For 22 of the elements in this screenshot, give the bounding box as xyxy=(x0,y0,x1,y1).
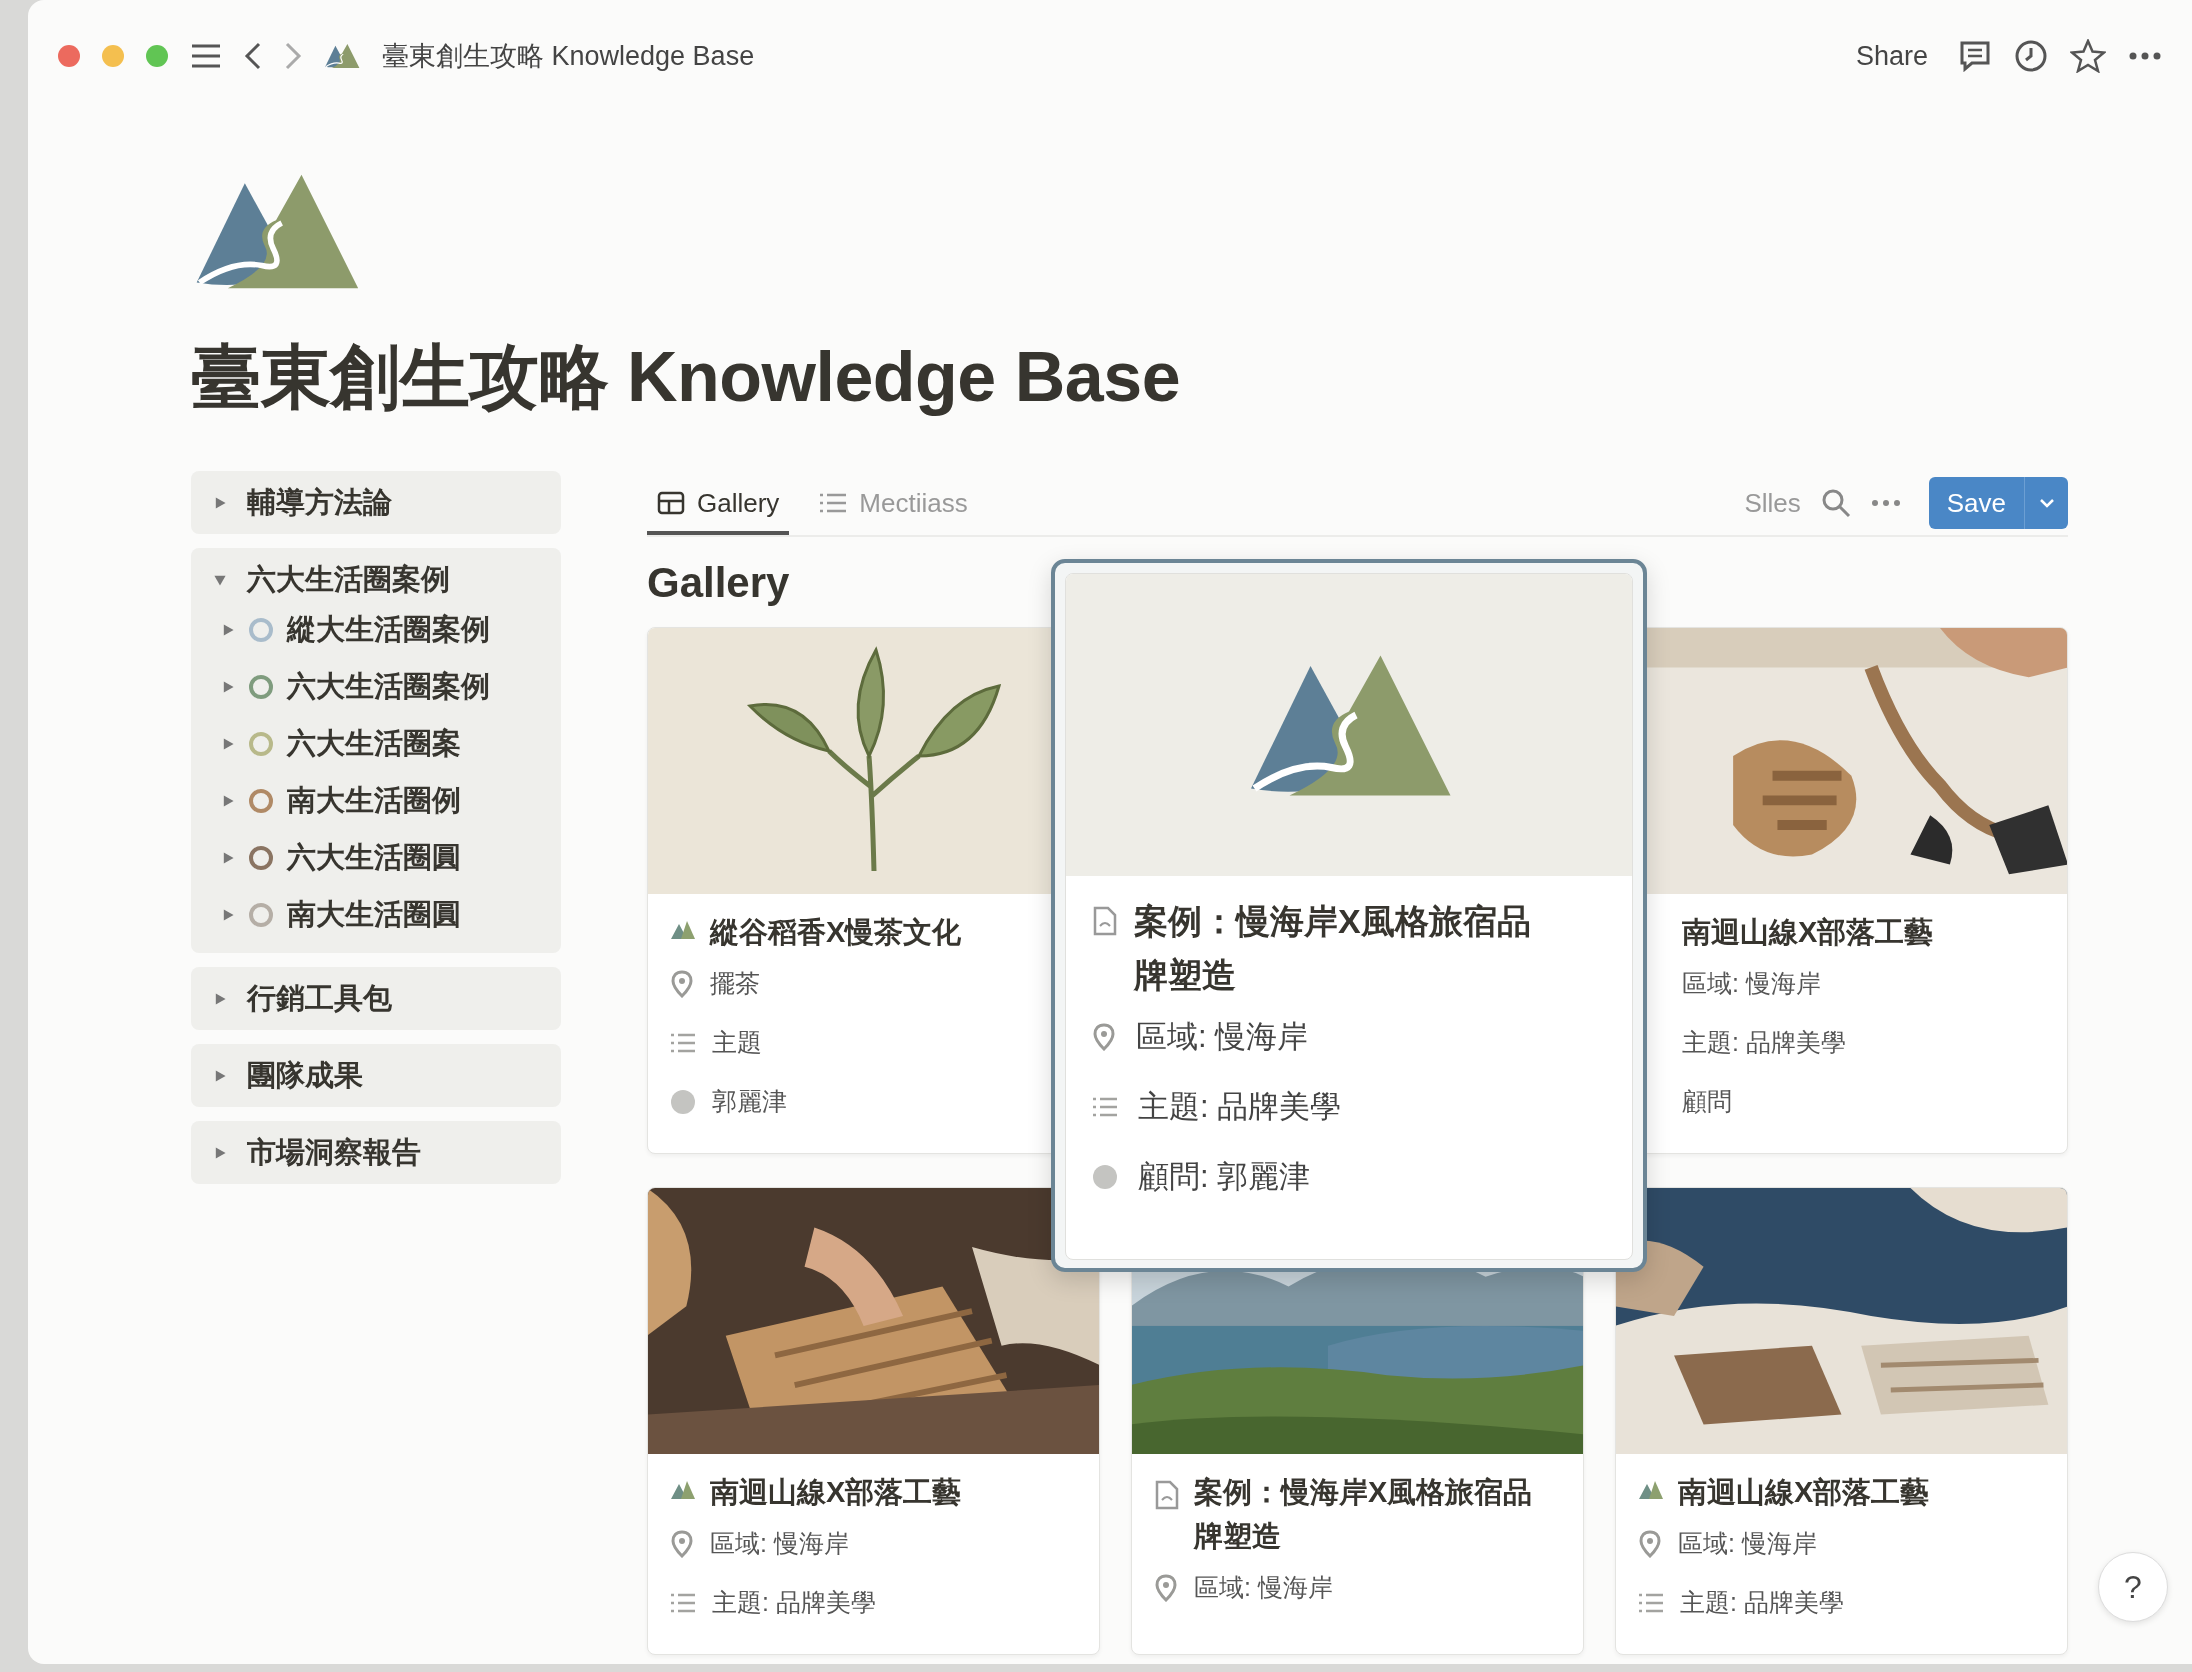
card-property: 區域: 慢海岸 xyxy=(1136,1018,1309,1056)
card-property: 區域: 慢海岸 xyxy=(1194,1572,1333,1603)
page-title: 臺東創生攻略 Knowledge Base xyxy=(191,337,1182,418)
card-property: 主題: 品牌美學 xyxy=(1138,1088,1342,1126)
window-title: 臺東創生攻略 Knowledge Base xyxy=(382,40,755,73)
card-property: 主題: 品牌美學 xyxy=(1682,1027,1846,1058)
card-title: 南迴山線X部落工藝 xyxy=(710,1475,962,1510)
card-property: 顧問 xyxy=(1682,1086,1732,1117)
card-title: 縱谷稻香X慢茶文化 xyxy=(710,915,962,950)
card-property: 主題: 品牌美學 xyxy=(1680,1587,1844,1618)
card-property: 郭麗津 xyxy=(712,1086,787,1117)
card-property: 區域: 慢海岸 xyxy=(1678,1528,1817,1559)
card-property: 區域: 慢海岸 xyxy=(1682,968,1821,999)
card-property: 主題 xyxy=(712,1027,762,1058)
card-title: 南迴山線X部落工藝 xyxy=(1678,1475,1930,1510)
card-property: 擺茶 xyxy=(710,968,760,999)
card-title: 南迴山線X部落工藝 xyxy=(1682,915,1934,950)
gallery-heading: Gallery xyxy=(647,559,791,607)
card-title: 案例：慢海岸X風格旅宿品牌塑造 xyxy=(1194,1475,1534,1554)
card-title: 案例：慢海岸X風格旅宿品牌塑造 xyxy=(1134,901,1532,996)
card-property: 主題: 品牌美學 xyxy=(712,1587,876,1618)
card-property: 區域: 慢海岸 xyxy=(710,1528,849,1559)
